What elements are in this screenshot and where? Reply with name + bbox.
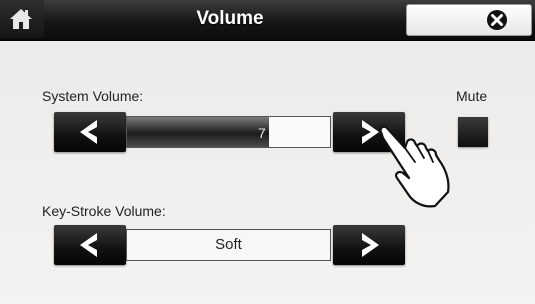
chevron-right-icon: [362, 233, 379, 257]
system-volume-value: 7: [258, 125, 266, 141]
system-volume-slider[interactable]: [126, 116, 331, 148]
title-bar: Volume: [0, 0, 535, 41]
close-button[interactable]: [406, 4, 532, 36]
keystroke-volume-label: Key-Stroke Volume:: [42, 203, 166, 219]
home-icon: [10, 9, 32, 29]
keystroke-volume-decrease-button[interactable]: [54, 225, 126, 265]
chevron-left-icon: [80, 233, 97, 257]
pointing-hand-icon: [379, 125, 450, 208]
keystroke-volume-value: Soft: [126, 229, 331, 261]
page-title: Volume: [196, 8, 264, 29]
home-button[interactable]: [0, 0, 44, 38]
close-x-icon: [487, 10, 507, 30]
keystroke-volume-increase-button[interactable]: [333, 225, 405, 265]
mute-label: Mute: [456, 88, 488, 104]
system-volume-slider-fill: [127, 117, 270, 147]
chevron-left-icon: [80, 120, 97, 144]
system-volume-decrease-button[interactable]: [54, 112, 126, 152]
system-volume-label: System Volume:: [42, 88, 144, 104]
